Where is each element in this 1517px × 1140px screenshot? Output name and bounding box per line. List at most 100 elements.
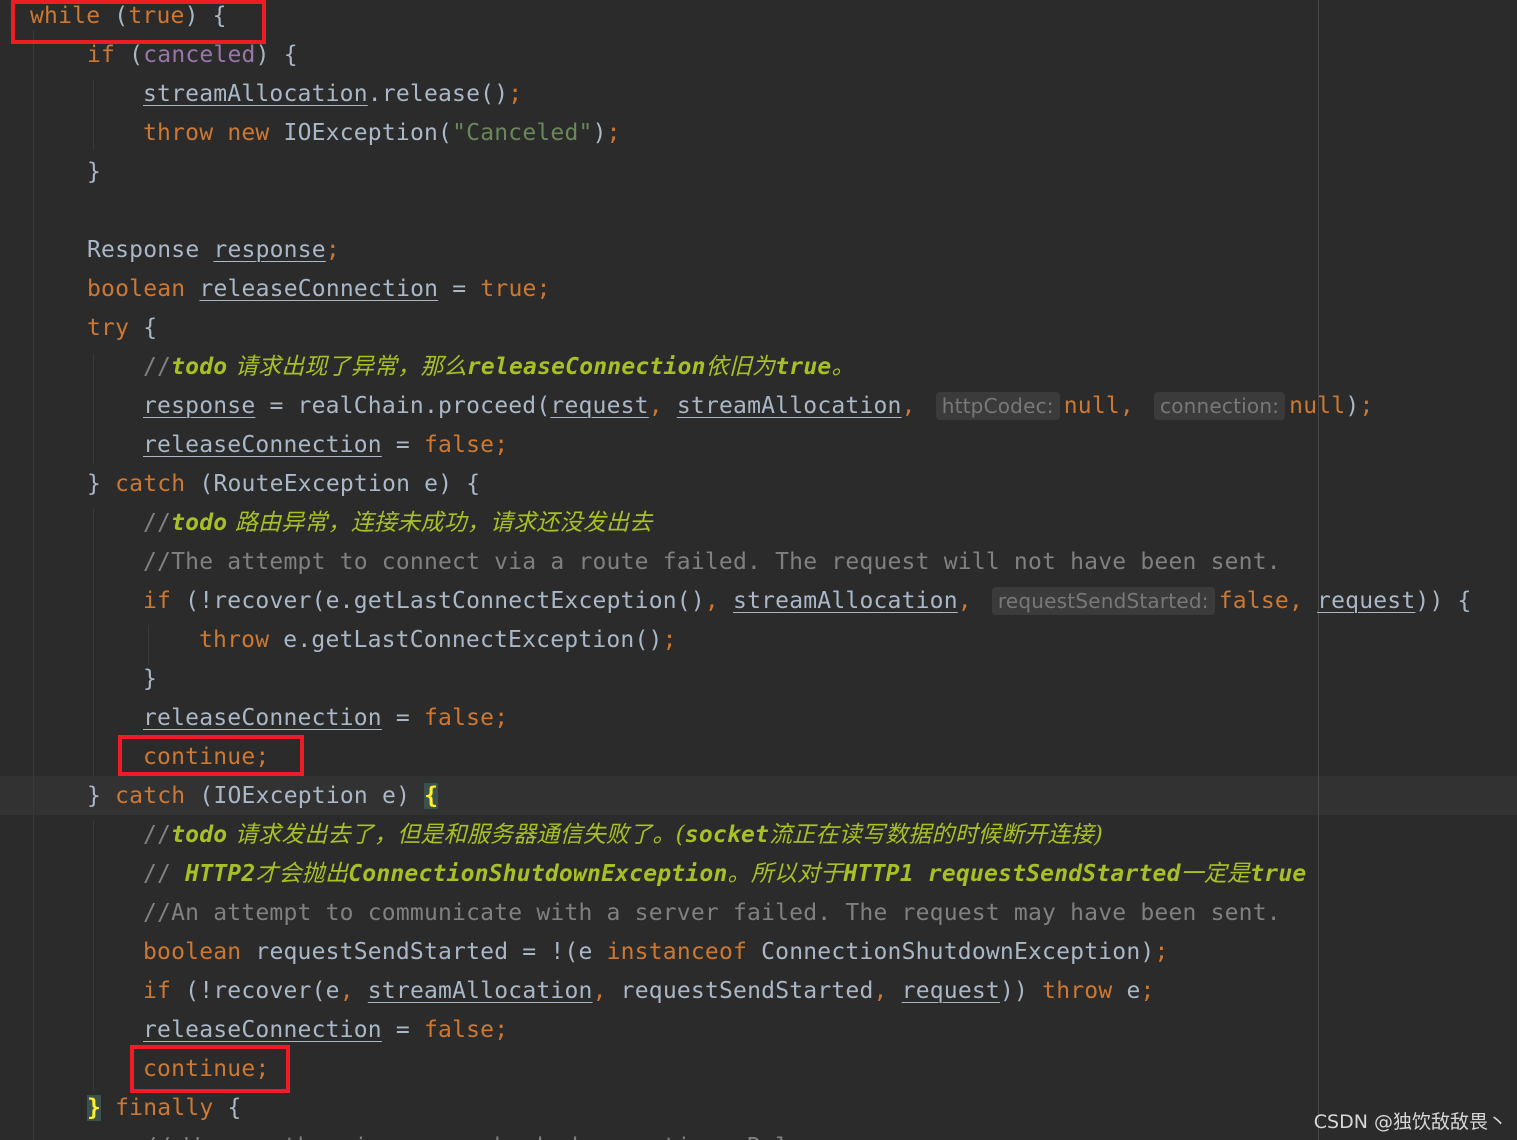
code-token: canceled — [143, 42, 256, 68]
code-line[interactable]: throw e.getLastConnectException(); — [199, 621, 677, 660]
code-token: IOException( — [269, 120, 453, 146]
code-line[interactable]: releaseConnection = false; — [143, 426, 508, 465]
code-line[interactable]: boolean requestSendStarted = !(e instanc… — [143, 933, 1169, 972]
code-line[interactable]: // HTTP2才会抛出ConnectionShutdownException。… — [143, 855, 1306, 894]
code-token: // — [143, 822, 172, 848]
code-token: streamAllocation — [143, 81, 368, 107]
code-line[interactable]: if (!recover(e.getLastConnectException()… — [143, 582, 1472, 621]
code-token: ; — [494, 432, 509, 458]
code-token: , — [339, 978, 368, 1004]
code-token: todo — [171, 510, 228, 536]
code-token: ) — [1345, 393, 1360, 419]
code-token: 路由异常，连接未成功，请求还没发出去 — [227, 510, 653, 536]
parameter-hint: requestSendStarted: — [991, 587, 1215, 615]
code-line[interactable]: // We are throwing an unchecked exceptio… — [143, 1128, 845, 1140]
code-token: // — [143, 861, 186, 887]
indent-guide — [93, 820, 94, 1090]
code-token: )) — [999, 978, 1043, 1004]
code-token: finally — [115, 1095, 214, 1121]
code-token: = — [381, 432, 424, 458]
code-token: ; — [494, 1017, 509, 1043]
code-token: , — [901, 393, 930, 419]
code-token: // We are throwing an unchecked exceptio… — [143, 1134, 845, 1140]
code-line[interactable]: boolean releaseConnection = true; — [87, 270, 551, 309]
code-token: response — [213, 237, 326, 263]
code-token: releaseConnection — [199, 276, 439, 302]
code-token: // — [143, 510, 172, 536]
code-token: 才会抛出 — [255, 861, 349, 887]
indent-guide — [148, 625, 149, 665]
code-token: catch — [115, 783, 186, 809]
code-token: ; — [325, 237, 340, 263]
code-token: ) — [592, 120, 607, 146]
code-line[interactable]: Response response; — [87, 231, 340, 270]
code-token: ; — [1140, 978, 1155, 1004]
code-line[interactable]: try { — [87, 309, 157, 348]
code-token: HTTP1 requestSendStarted — [843, 861, 1181, 887]
indent-guide — [93, 508, 94, 776]
code-line[interactable]: if (!recover(e, streamAllocation, reques… — [143, 972, 1155, 1011]
code-token: HTTP2 — [185, 861, 256, 887]
code-token: // — [143, 354, 172, 380]
code-line[interactable]: throw new IOException("Canceled"); — [143, 114, 621, 153]
code-token: , — [1119, 393, 1149, 419]
code-token: boolean — [143, 939, 242, 965]
code-token: requestSendStarted = !(e — [241, 939, 607, 965]
indent-guide — [93, 80, 94, 150]
code-token: "Canceled" — [452, 120, 593, 146]
code-token: false — [1218, 588, 1289, 614]
code-token: = realChain.proceed( — [255, 393, 551, 419]
right-margin-guide — [1318, 0, 1319, 1140]
annotation-box-continue-2 — [130, 1045, 290, 1093]
code-line[interactable]: //An attempt to communicate with a serve… — [143, 894, 1281, 933]
code-token: ConnectionShutdownException — [348, 861, 728, 887]
code-token: throw — [143, 120, 214, 146]
code-line[interactable]: } catch (IOException e) { — [87, 777, 439, 816]
code-line[interactable]: } catch (RouteException e) { — [87, 465, 480, 504]
code-editor[interactable]: while (true) {if (canceled) {streamAlloc… — [0, 0, 1517, 1140]
code-line[interactable]: //todo 路由异常，连接未成功，请求还没发出去 — [143, 504, 652, 543]
annotation-box-continue-1 — [118, 735, 304, 776]
code-token: , — [592, 978, 621, 1004]
code-token: null — [1289, 393, 1346, 419]
code-token: true — [1250, 861, 1307, 887]
code-token: throw — [1042, 978, 1113, 1004]
code-token: , — [873, 978, 902, 1004]
code-token: .release() — [367, 81, 509, 107]
code-token: 依旧为 — [705, 354, 776, 380]
indent-guide — [33, 30, 34, 1140]
code-token: if — [87, 42, 116, 68]
code-token: ( — [115, 42, 144, 68]
code-token: { — [129, 315, 158, 341]
code-token: releaseConnection — [466, 354, 706, 380]
code-line[interactable]: //todo 请求出现了异常，那么releaseConnection依旧为tru… — [143, 348, 855, 387]
code-token: if — [143, 978, 172, 1004]
code-token: streamAllocation — [367, 978, 593, 1004]
code-token: , — [1288, 588, 1318, 614]
code-token: 一定是 — [1180, 861, 1251, 887]
code-line[interactable]: streamAllocation.release(); — [143, 75, 522, 114]
code-line[interactable]: releaseConnection = false; — [143, 699, 508, 738]
code-token: request — [901, 978, 1000, 1004]
code-token: ; — [536, 276, 551, 302]
code-token: throw — [199, 627, 270, 653]
code-token: { — [424, 783, 439, 809]
code-line[interactable]: response = realChain.proceed(request, st… — [143, 387, 1374, 426]
code-token: true — [480, 276, 537, 302]
code-token: releaseConnection — [143, 705, 382, 731]
code-token: releaseConnection — [143, 432, 382, 458]
code-line[interactable]: //The attempt to connect via a route fai… — [143, 543, 1281, 582]
code-line[interactable]: //todo 请求发出去了，但是和服务器通信失败了。(socket流正在读写数据… — [143, 816, 1103, 855]
code-line[interactable]: } — [143, 660, 157, 699]
code-token: request — [550, 393, 649, 419]
code-token: false — [423, 705, 495, 731]
code-token: 请求出现了异常，那么 — [227, 354, 467, 380]
code-token: = — [438, 276, 481, 302]
code-token: new — [227, 120, 270, 146]
code-line[interactable]: } finally { — [87, 1089, 242, 1128]
code-token: boolean — [87, 276, 186, 302]
code-token: (IOException e) — [185, 783, 425, 809]
code-token: todo — [171, 822, 228, 848]
code-line[interactable]: } — [87, 153, 101, 192]
code-token: = — [381, 1017, 424, 1043]
